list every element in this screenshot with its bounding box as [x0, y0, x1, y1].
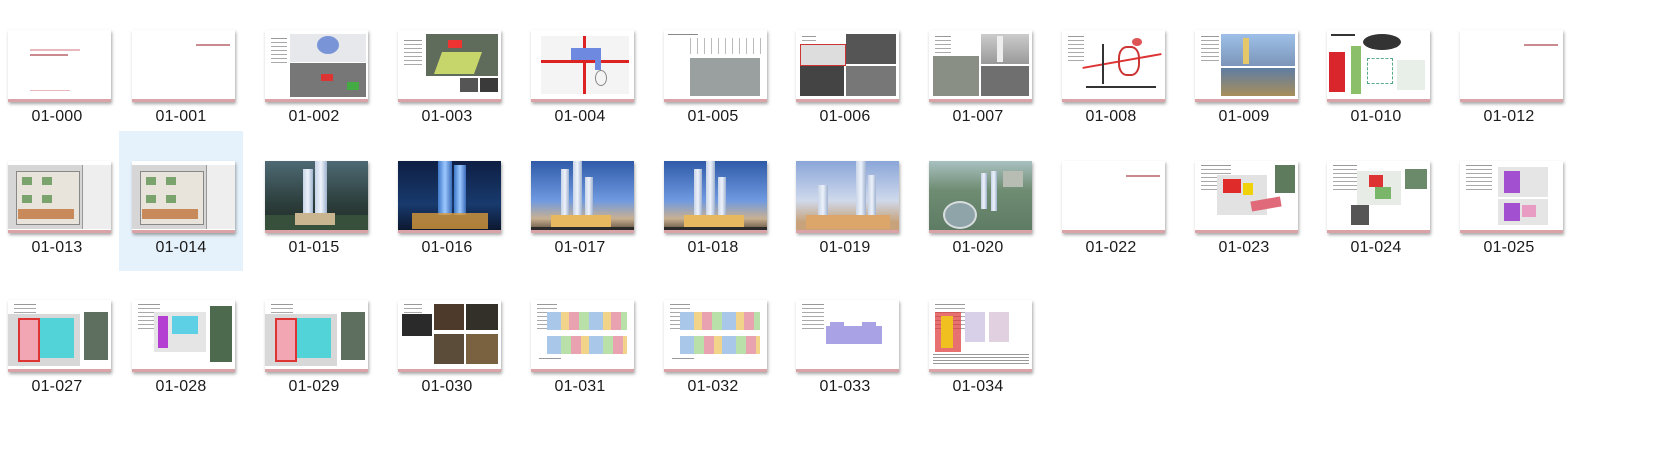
thumbnail-image	[1327, 161, 1430, 233]
file-name: 01-003	[421, 108, 473, 125]
thumbnail-image	[265, 161, 368, 233]
file-thumbnail[interactable]: 01-027	[0, 270, 119, 410]
thumbnail-image	[1195, 161, 1298, 233]
thumbnail-image	[1195, 30, 1298, 102]
file-name: 01-022	[1085, 239, 1137, 256]
file-thumbnail[interactable]: 01-004	[518, 0, 642, 140]
file-name: 01-014	[155, 239, 207, 256]
file-name: 01-000	[31, 108, 83, 125]
file-name: 01-033	[819, 378, 871, 395]
thumbnail-image	[929, 161, 1032, 233]
file-thumbnail[interactable]: 01-008	[1049, 0, 1173, 140]
thumbnail-image	[531, 161, 634, 233]
file-thumbnail[interactable]: 01-019	[783, 131, 907, 271]
thumbnail-image	[929, 30, 1032, 102]
thumbnail-image	[132, 30, 235, 102]
thumbnail-image	[929, 300, 1032, 372]
thumbnail-image	[1460, 30, 1563, 102]
file-name: 01-031	[554, 378, 606, 395]
thumbnail-image	[796, 161, 899, 233]
file-name: 01-018	[687, 239, 739, 256]
file-thumbnail[interactable]: 01-013	[0, 131, 119, 271]
file-name: 01-017	[554, 239, 606, 256]
file-name: 01-024	[1350, 239, 1402, 256]
file-name: 01-027	[31, 378, 83, 395]
thumbnail-image	[8, 161, 111, 233]
file-name: 01-028	[155, 378, 207, 395]
file-thumbnail[interactable]: 01-016	[385, 131, 509, 271]
file-name: 01-006	[819, 108, 871, 125]
thumbnail-image	[531, 30, 634, 102]
file-thumbnail[interactable]: 01-030	[385, 270, 509, 410]
thumbnail-image	[1327, 30, 1430, 102]
thumbnail-image	[8, 300, 111, 372]
file-name: 01-030	[421, 378, 473, 395]
file-name: 01-005	[687, 108, 739, 125]
file-thumbnail[interactable]: 01-017	[518, 131, 642, 271]
thumbnail-image	[796, 300, 899, 372]
thumbnail-image	[132, 161, 235, 233]
file-thumbnail[interactable]: 01-025	[1447, 131, 1571, 271]
file-thumbnail[interactable]: 01-024	[1314, 131, 1438, 271]
file-thumbnail[interactable]: 01-006	[783, 0, 907, 140]
thumbnail-image	[664, 300, 767, 372]
file-thumbnail[interactable]: 01-029	[252, 270, 376, 410]
file-thumbnail[interactable]: 01-032	[651, 270, 775, 410]
thumbnail-image	[265, 30, 368, 102]
file-thumbnail[interactable]: 01-031	[518, 270, 642, 410]
file-thumbnail[interactable]: 01-022	[1049, 131, 1173, 271]
file-name: 01-004	[554, 108, 606, 125]
file-name: 01-032	[687, 378, 739, 395]
file-thumbnail[interactable]: 01-033	[783, 270, 907, 410]
file-thumbnail[interactable]: 01-020	[916, 131, 1040, 271]
thumbnail-grid: 01-000 01-001 01-002 01-003 01-004 01-005 01-0…	[0, 0, 1666, 457]
file-thumbnail[interactable]: 01-000	[0, 0, 119, 140]
thumbnail-image	[398, 300, 501, 372]
file-name: 01-015	[288, 239, 340, 256]
file-name: 01-020	[952, 239, 1004, 256]
file-name: 01-012	[1483, 108, 1535, 125]
file-thumbnail[interactable]: 01-001	[119, 0, 243, 140]
thumbnail-image	[265, 300, 368, 372]
thumbnail-image	[398, 161, 501, 233]
thumbnail-image	[664, 30, 767, 102]
file-name: 01-002	[288, 108, 340, 125]
file-thumbnail[interactable]: 01-010	[1314, 0, 1438, 140]
file-thumbnail[interactable]: 01-023	[1182, 131, 1306, 271]
thumbnail-image	[1460, 161, 1563, 233]
file-name: 01-019	[819, 239, 871, 256]
file-thumbnail[interactable]: 01-034	[916, 270, 1040, 410]
file-thumbnail[interactable]: 01-007	[916, 0, 1040, 140]
file-thumbnail[interactable]: 01-012	[1447, 0, 1571, 140]
file-thumbnail[interactable]: 01-005	[651, 0, 775, 140]
thumbnail-image	[132, 300, 235, 372]
thumbnail-image	[8, 30, 111, 102]
file-thumbnail[interactable]: 01-009	[1182, 0, 1306, 140]
file-thumbnail[interactable]: 01-003	[385, 0, 509, 140]
thumbnail-image	[664, 161, 767, 233]
file-thumbnail[interactable]: 01-018	[651, 131, 775, 271]
file-name: 01-008	[1085, 108, 1137, 125]
file-name: 01-023	[1218, 239, 1270, 256]
file-name: 01-001	[155, 108, 207, 125]
file-name: 01-025	[1483, 239, 1535, 256]
file-thumbnail[interactable]: 01-014	[119, 131, 243, 271]
file-name: 01-007	[952, 108, 1004, 125]
file-thumbnail[interactable]: 01-002	[252, 0, 376, 140]
file-thumbnail[interactable]: 01-028	[119, 270, 243, 410]
file-thumbnail[interactable]: 01-015	[252, 131, 376, 271]
file-name: 01-016	[421, 239, 473, 256]
thumbnail-image	[796, 30, 899, 102]
file-name: 01-010	[1350, 108, 1402, 125]
file-name: 01-029	[288, 378, 340, 395]
file-name: 01-034	[952, 378, 1004, 395]
thumbnail-image	[531, 300, 634, 372]
thumbnail-image	[1062, 30, 1165, 102]
file-name: 01-013	[31, 239, 83, 256]
file-name: 01-009	[1218, 108, 1270, 125]
thumbnail-image	[398, 30, 501, 102]
thumbnail-image	[1062, 161, 1165, 233]
